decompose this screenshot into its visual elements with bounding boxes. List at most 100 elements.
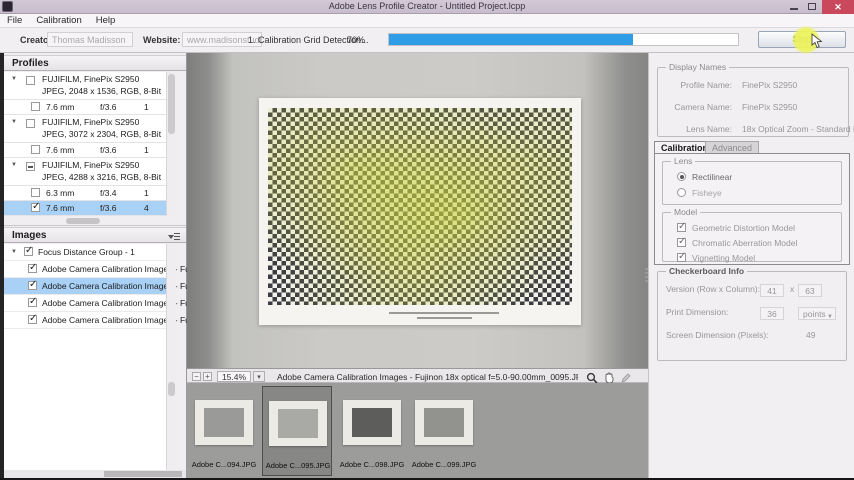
expander-icon[interactable]: ▼ xyxy=(11,76,17,82)
chevron-down-icon: ▼ xyxy=(827,314,833,320)
title-bar: Adobe Lens Profile Creator - Untitled Pr… xyxy=(0,0,854,14)
calibration-photo[interactable] xyxy=(187,53,648,368)
menu-calibration[interactable]: Calibration xyxy=(29,14,88,27)
profile-group-row[interactable]: ▼ FUJIFILM, FinePix S2950 JPEG, 3072 x 2… xyxy=(4,115,176,143)
profile-row-selected[interactable]: ✓ 7.6 mm f/3.6 4 xyxy=(4,201,176,216)
image-group-row[interactable]: ▼ ✓ Focus Distance Group - 1 xyxy=(4,244,176,261)
profile-row[interactable]: 7.6 mm f/3.6 1 xyxy=(4,143,176,158)
profiles-vertical-scrollbar[interactable] xyxy=(166,72,176,216)
image-row-selected[interactable]: ✓ Adobe Camera Calibration Images - Fuji… xyxy=(4,278,224,295)
maximize-icon xyxy=(808,3,816,10)
image-row[interactable]: ✓ Adobe Camera Calibration Images - Fuji… xyxy=(4,261,224,278)
profile-group-row[interactable]: ▼ FUJIFILM, FinePix S2950 JPEG, 4288 x 3… xyxy=(4,158,176,186)
image-checkbox[interactable]: ✓ xyxy=(28,296,38,307)
thumbnail-image-inner xyxy=(278,409,318,438)
minimize-button[interactable] xyxy=(786,0,802,14)
profile-focal: 7.6 mm xyxy=(46,102,75,112)
panel-menu-icon[interactable] xyxy=(168,233,180,240)
image-row[interactable]: ✓ Adobe Camera Calibration Images - Fuji… xyxy=(4,295,224,312)
images-panel-header: Images xyxy=(4,227,186,243)
image-checkbox[interactable]: ✓ xyxy=(28,262,37,273)
menu-help[interactable]: Help xyxy=(89,14,123,27)
fisheye-radio[interactable] xyxy=(677,188,686,197)
image-checkbox[interactable]: ✓ xyxy=(28,279,38,290)
profile-format: JPEG, 2048 x 1536, RGB, 8-Bit xyxy=(42,86,162,96)
check-icon: ✓ xyxy=(29,279,38,290)
scrollbar-thumb[interactable] xyxy=(104,471,182,477)
thumbnail-selected[interactable]: Adobe C...095.JPG xyxy=(262,386,332,476)
profile-count: 4 xyxy=(144,203,149,213)
rectilinear-radio[interactable] xyxy=(677,172,686,181)
magnifier-tool-icon[interactable] xyxy=(586,371,598,384)
lens-name-label: Lens Name: xyxy=(686,124,732,134)
scrollbar-thumb[interactable] xyxy=(168,382,175,396)
zoom-dropdown-button[interactable]: ▾ xyxy=(253,371,265,382)
profile-aperture: f/3.6 xyxy=(100,203,117,213)
profile-count: 1 xyxy=(144,102,149,112)
images-horizontal-scrollbar[interactable] xyxy=(4,470,186,478)
menu-file[interactable]: File xyxy=(0,14,29,27)
print-unit-dropdown[interactable]: points ▼ xyxy=(798,307,836,320)
profile-name-value[interactable]: FinePix S2950 xyxy=(742,80,797,90)
fisheye-label: Fisheye xyxy=(692,188,722,198)
lens-name-value[interactable]: 18x Optical Zoom - Standard Lens xyxy=(742,124,854,134)
expander-icon[interactable]: ▼ xyxy=(11,162,17,168)
profile-row[interactable]: 7.6 mm f/3.6 1 xyxy=(4,100,176,115)
camera-name-value[interactable]: FinePix S2950 xyxy=(742,102,797,112)
expander-icon[interactable]: ▼ xyxy=(11,249,17,255)
version-cols-field[interactable]: 63 xyxy=(798,284,822,297)
version-rows-field[interactable]: 41 xyxy=(760,284,784,297)
profile-group-row[interactable]: ▼ FUJIFILM, FinePix S2950 JPEG, 2048 x 1… xyxy=(4,72,176,100)
paper-caption-line xyxy=(417,317,472,319)
maximize-button[interactable] xyxy=(804,0,820,14)
close-button[interactable]: ✕ xyxy=(822,0,854,14)
profiles-horizontal-scrollbar[interactable] xyxy=(4,217,186,226)
profile-checkbox[interactable] xyxy=(31,188,40,197)
print-dimension-label: Print Dimension: xyxy=(666,307,729,317)
progress-bar xyxy=(388,33,739,46)
screen-dimension-label: Screen Dimension (Pixels): xyxy=(666,330,769,340)
zoom-level-field[interactable]: 15.4% xyxy=(217,371,251,382)
profile-row[interactable]: 6.3 mm f/3.4 1 xyxy=(4,186,176,201)
minimize-icon xyxy=(790,8,798,10)
image-checkbox[interactable]: ✓ xyxy=(28,313,38,324)
pencil-tool-icon[interactable] xyxy=(620,371,632,383)
scrollbar-thumb[interactable] xyxy=(66,218,100,224)
profile-checkbox-checked[interactable]: ✓ xyxy=(31,201,41,212)
profile-name-label: Profile Name: xyxy=(680,80,733,90)
thumbnail-label: Adobe C...099.JPG xyxy=(411,460,477,469)
left-panel: Profiles ▼ FUJIFILM, FinePix S2950 JPEG,… xyxy=(4,53,224,480)
zoom-in-button[interactable]: + xyxy=(203,372,212,381)
thumbnail[interactable]: Adobe C...094.JPG xyxy=(189,386,259,476)
check-icon: ✓ xyxy=(32,201,41,212)
print-dimension-field[interactable]: 36 xyxy=(760,307,784,320)
profile-group-checkbox-partial[interactable] xyxy=(26,162,35,171)
geometric-distortion-checkbox[interactable]: ✓ xyxy=(677,221,686,232)
profile-checkbox[interactable] xyxy=(31,145,40,154)
thumbnail[interactable]: Adobe C...098.JPG xyxy=(337,386,407,476)
chromatic-aberration-checkbox[interactable]: ✓ xyxy=(677,236,686,247)
screen-dimension-value: 49 xyxy=(806,330,816,340)
images-list: ▼ ✓ Focus Distance Group - 1 ✓ Adobe Cam… xyxy=(4,244,224,472)
profile-camera: FUJIFILM, FinePix S2950 xyxy=(42,117,140,127)
profile-group-checkbox[interactable] xyxy=(26,119,35,128)
profile-group-checkbox[interactable] xyxy=(26,76,35,85)
profiles-panel-header: Profiles xyxy=(4,55,186,71)
camera-name-label: Camera Name: xyxy=(674,102,732,112)
check-icon: ✓ xyxy=(29,313,38,324)
profile-checkbox[interactable] xyxy=(31,102,40,111)
expander-icon[interactable]: ▼ xyxy=(11,119,17,125)
zoom-out-button[interactable]: − xyxy=(192,372,201,381)
creator-input[interactable]: Thomas Madisson xyxy=(47,32,133,47)
images-vertical-scrollbar[interactable] xyxy=(166,244,176,472)
panel-divider-grip[interactable] xyxy=(645,268,648,282)
profile-focal: 6.3 mm xyxy=(46,188,75,198)
image-row[interactable]: ✓ Adobe Camera Calibration Images - Fuji… xyxy=(4,312,224,329)
check-icon: ✓ xyxy=(29,296,38,307)
image-group-checkbox[interactable]: ✓ xyxy=(24,245,33,256)
hand-tool-icon[interactable] xyxy=(603,371,615,384)
thumbnail[interactable]: Adobe C...099.JPG xyxy=(409,386,479,476)
vignetting-checkbox[interactable]: ✓ xyxy=(677,251,686,262)
thumbnail-label: Adobe C...094.JPG xyxy=(191,460,257,469)
scrollbar-thumb[interactable] xyxy=(168,74,175,134)
